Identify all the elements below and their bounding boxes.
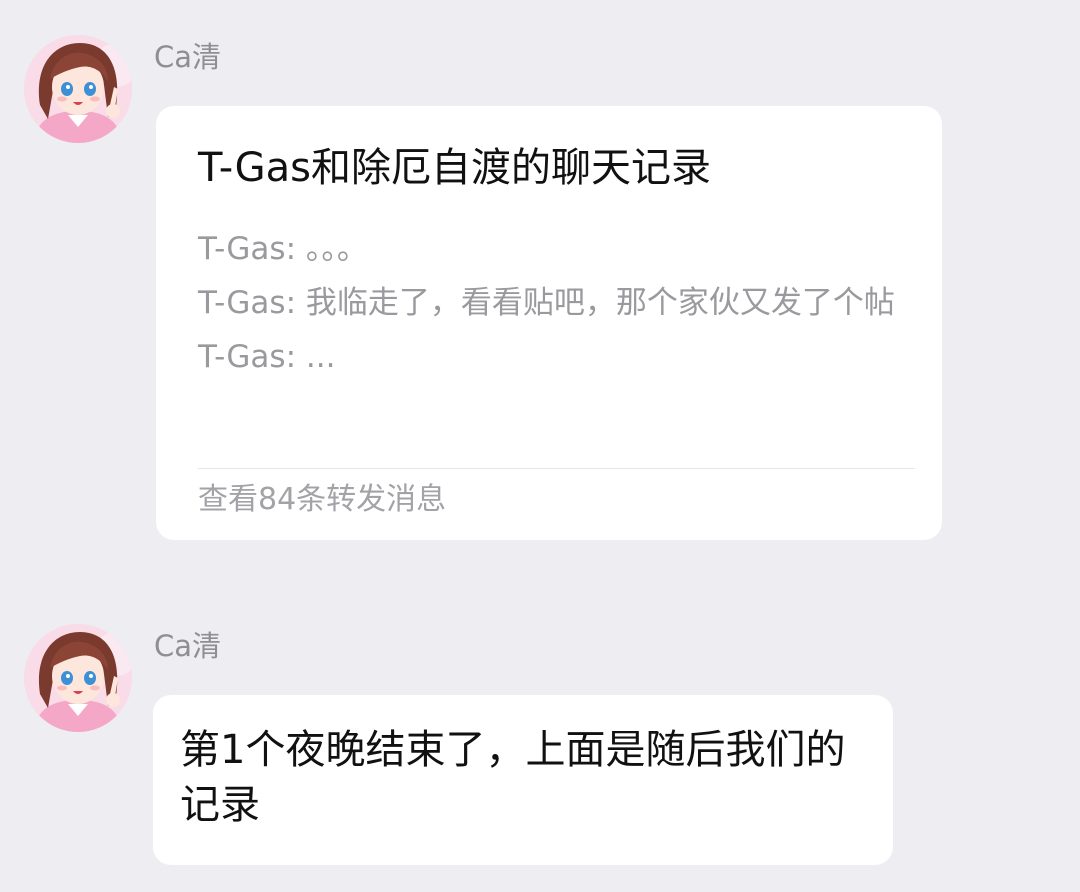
view-forwarded-messages-link[interactable]: 查看84条转发消息: [198, 478, 446, 522]
forwarded-chat-card[interactable]: T-Gas和除厄自渡的聊天记录 T-Gas: 。。。 T-Gas: 我临走了，看…: [156, 106, 942, 540]
message-text-content: 第1个夜晚结束了，上面是随后我们的记录: [180, 727, 846, 828]
sender-name: Ca清: [154, 629, 222, 663]
card-preview-line: T-Gas: 。。。: [198, 231, 368, 267]
card-divider: [198, 468, 915, 469]
card-preview-line: T-Gas: 我临走了，看看贴吧，那个家伙又发了个帖: [198, 285, 895, 321]
sender-avatar[interactable]: [24, 35, 132, 143]
sender-avatar[interactable]: [24, 624, 132, 732]
card-title: T-Gas和除厄自渡的聊天记录: [198, 145, 712, 191]
text-message-bubble[interactable]: 第1个夜晚结束了，上面是随后我们的记录: [153, 695, 893, 865]
chat-screen: Ca清 T-Gas和除厄自渡的聊天记录 T-Gas: 。。。 T-Gas: 我临…: [0, 0, 1080, 892]
anime-girl-avatar-icon: [24, 624, 132, 732]
message-text: Ca清 第1个夜晚结束了，上面是随后我们的记录: [0, 600, 1080, 892]
card-preview-line: T-Gas: ...: [198, 339, 336, 375]
anime-girl-avatar-icon: [24, 35, 132, 143]
card-preview: T-Gas: 。。。 T-Gas: 我临走了，看看贴吧，那个家伙又发了个帖 T-…: [198, 222, 918, 384]
message-forwarded-chat: Ca清 T-Gas和除厄自渡的聊天记录 T-Gas: 。。。 T-Gas: 我临…: [0, 0, 1080, 560]
sender-name: Ca清: [154, 40, 222, 74]
